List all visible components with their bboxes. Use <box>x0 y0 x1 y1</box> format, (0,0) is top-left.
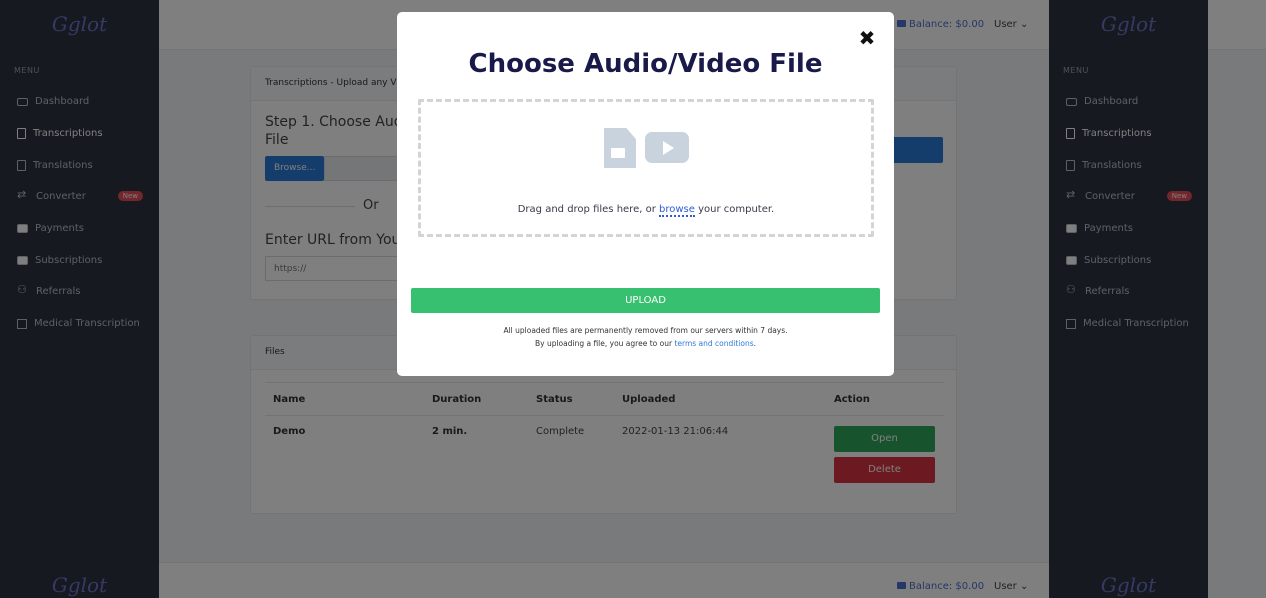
terms-note: By uploading a file, you agree to our te… <box>397 339 894 348</box>
drop-suffix: your computer. <box>694 204 775 215</box>
play-icon <box>645 132 689 163</box>
upload-modal: ✖ Choose Audio/Video File Drag and drop … <box>397 12 894 376</box>
video-file-icon <box>604 128 636 168</box>
terms-link[interactable]: terms and conditions <box>674 339 753 348</box>
drop-prefix: Drag and drop files here, or <box>517 204 659 215</box>
upload-button[interactable]: UPLOAD <box>411 288 880 313</box>
dropzone-text: Drag and drop files here, or browse your… <box>421 204 871 217</box>
terms-prefix: By uploading a file, you agree to our <box>534 339 675 348</box>
retention-note: All uploaded files are permanently remov… <box>503 326 788 335</box>
terms-suffix: . <box>753 339 757 348</box>
file-dropzone[interactable]: Drag and drop files here, or browse your… <box>418 99 874 237</box>
modal-title: Choose Audio/Video File <box>468 49 823 79</box>
browse-link[interactable]: browse <box>659 204 695 217</box>
close-icon[interactable]: ✖ <box>857 28 877 48</box>
